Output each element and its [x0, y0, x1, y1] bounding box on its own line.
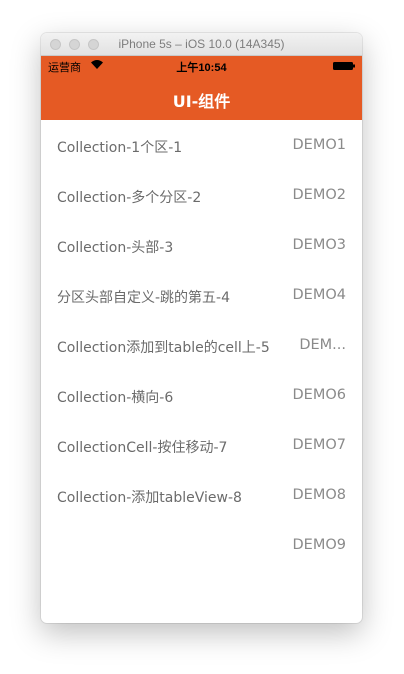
row-title: Collection-横向-6	[57, 390, 174, 406]
row-detail: DEMO2	[292, 187, 346, 203]
nav-title: UI-组件	[172, 92, 231, 111]
window-title: iPhone 5s – iOS 10.0 (14A345)	[118, 37, 285, 51]
row-detail: DEMO3	[292, 237, 346, 253]
row-detail: DEMO6	[292, 387, 346, 403]
table-row[interactable]: Collection-添加tableView-8 DEMO8	[41, 470, 362, 520]
table-row[interactable]: Collection-多个分区-2 DEMO2	[41, 170, 362, 220]
status-bar: 运营商 上午10:54	[41, 56, 362, 76]
row-title: Collection-头部-3	[57, 240, 174, 256]
status-time: 上午10:54	[176, 62, 227, 74]
row-title: Collection添加到table的cell上-5	[57, 340, 270, 356]
table-row[interactable]: 分区头部自定义-跳的第五-4 DEMO4	[41, 270, 362, 320]
table-view: Collection-1个区-1 DEMO1 Collection-多个分区-2…	[41, 120, 362, 570]
row-title: Collection-添加tableView-8	[57, 490, 242, 506]
table-row[interactable]: Collection-横向-6 DEMO6	[41, 370, 362, 420]
row-title: Collection-1个区-1	[57, 140, 183, 156]
simulator-window: iPhone 5s – iOS 10.0 (14A345) 运营商 上午10:5…	[41, 33, 362, 623]
table-row[interactable]: Collection添加到table的cell上-5 DEM...	[41, 320, 362, 370]
row-title: Collection-多个分区-2	[57, 190, 202, 206]
row-detail: DEMO7	[292, 437, 346, 453]
navigation-bar: UI-组件	[41, 76, 362, 120]
row-detail: DEMO4	[292, 287, 346, 303]
row-detail: DEM...	[299, 337, 346, 353]
row-detail: DEMO8	[292, 487, 346, 503]
row-title: CollectionCell-按住移动-7	[57, 440, 228, 456]
window-titlebar: iPhone 5s – iOS 10.0 (14A345)	[41, 33, 362, 56]
battery-icon	[333, 62, 355, 70]
table-row[interactable]: CollectionCell-按住移动-7 DEMO7	[41, 420, 362, 470]
table-row[interactable]: DEMO9	[41, 520, 362, 570]
row-detail: DEMO9	[292, 537, 346, 553]
table-row[interactable]: Collection-头部-3 DEMO3	[41, 220, 362, 270]
table-row[interactable]: Collection-1个区-1 DEMO1	[41, 120, 362, 170]
row-detail: DEMO1	[292, 137, 346, 153]
row-title: 分区头部自定义-跳的第五-4	[57, 290, 231, 306]
